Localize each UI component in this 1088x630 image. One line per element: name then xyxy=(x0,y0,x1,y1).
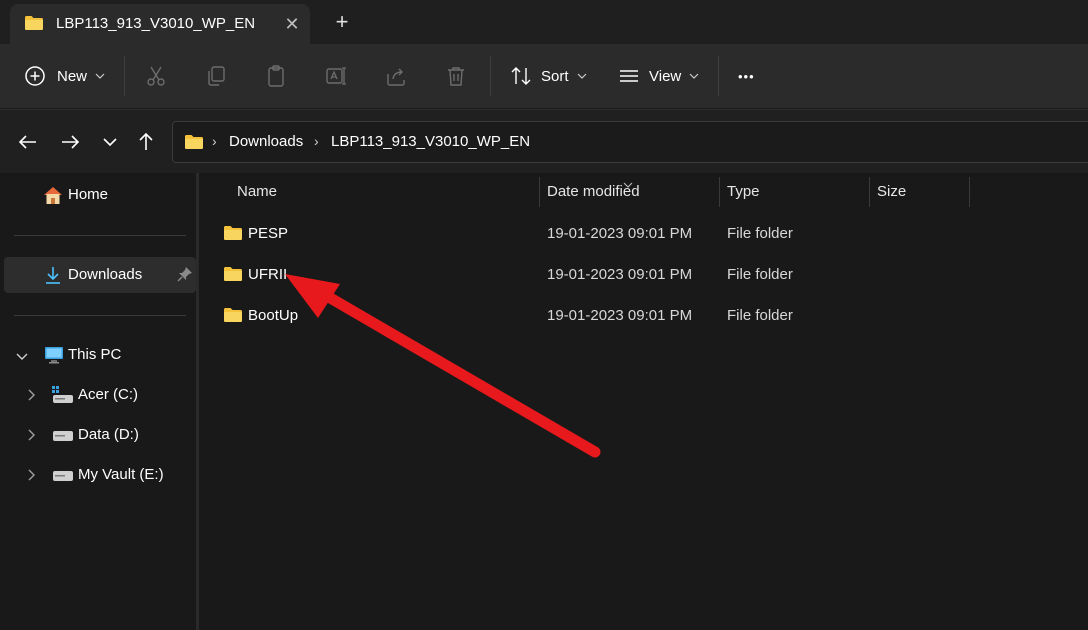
chevron-down-icon xyxy=(577,73,587,79)
recent-locations-button[interactable] xyxy=(98,130,122,154)
sidebar-item-label: Downloads xyxy=(68,266,143,283)
sort-label: Sort xyxy=(541,67,569,85)
paste-button[interactable] xyxy=(264,60,288,92)
new-button[interactable]: New xyxy=(24,60,105,92)
chevron-down-icon xyxy=(95,73,105,79)
sidebar-divider xyxy=(14,315,186,316)
tab-current-folder[interactable]: LBP113_913_V3010_WP_EN ✕ xyxy=(10,4,310,44)
command-bar: New Sort View ••• xyxy=(0,44,1088,108)
sidebar-item-label: Home xyxy=(68,186,109,203)
sort-button[interactable]: Sort xyxy=(510,60,587,92)
drive-icon xyxy=(52,469,74,487)
share-button[interactable] xyxy=(384,60,408,92)
close-icon[interactable]: ✕ xyxy=(280,12,304,36)
sidebar-item-label: Acer (C:) xyxy=(78,386,138,403)
column-header-name[interactable]: Name xyxy=(237,183,277,200)
file-list: Name Date modified Type Size PESP 19-01-… xyxy=(199,173,1088,630)
clipboard-icon xyxy=(264,64,288,88)
view-label: View xyxy=(649,67,682,85)
file-name: UFRII xyxy=(248,266,288,283)
folder-icon xyxy=(223,307,243,328)
chevron-right-icon[interactable] xyxy=(28,428,36,446)
home-icon xyxy=(42,185,64,210)
drive-icon xyxy=(52,429,74,447)
chevron-down-icon[interactable] xyxy=(16,348,28,366)
plus-circle-icon xyxy=(24,65,46,87)
rename-button[interactable] xyxy=(324,60,348,92)
tab-title: LBP113_913_V3010_WP_EN xyxy=(56,15,256,32)
folder-icon xyxy=(223,266,243,287)
chevron-right-icon[interactable] xyxy=(28,388,36,406)
table-row[interactable]: BootUp 19-01-2023 09:01 PM File folder xyxy=(211,297,971,333)
drive-icon xyxy=(52,386,74,409)
column-resizer[interactable] xyxy=(539,177,540,207)
sidebar-item-drive-e[interactable]: My Vault (E:) xyxy=(4,457,196,493)
share-icon xyxy=(384,64,408,88)
toolbar-divider xyxy=(718,56,719,96)
forward-button[interactable] xyxy=(58,130,82,154)
pin-icon[interactable] xyxy=(177,266,193,287)
new-tab-button[interactable]: + xyxy=(330,10,354,34)
monitor-icon xyxy=(44,346,64,369)
up-button[interactable] xyxy=(134,130,158,154)
sidebar-divider xyxy=(14,235,186,236)
breadcrumb-downloads[interactable]: Downloads xyxy=(229,133,303,150)
column-header-type[interactable]: Type xyxy=(727,183,760,200)
file-type: File folder xyxy=(727,225,793,242)
file-date: 19-01-2023 09:01 PM xyxy=(547,266,693,283)
file-name: PESP xyxy=(248,225,289,242)
folder-icon xyxy=(184,134,204,155)
navigation-pane: Home Downloads This PC Acer (C:) Data (D… xyxy=(0,173,196,630)
column-resizer[interactable] xyxy=(969,177,970,207)
file-date: 19-01-2023 09:01 PM xyxy=(547,307,693,324)
breadcrumb-separator[interactable]: › xyxy=(212,133,217,149)
sort-icon xyxy=(510,65,532,87)
toolbar-divider xyxy=(490,56,491,96)
file-type: File folder xyxy=(727,266,793,283)
column-resizer[interactable] xyxy=(869,177,870,207)
chevron-down-icon xyxy=(689,73,699,79)
scissors-icon xyxy=(144,64,168,88)
sidebar-item-downloads[interactable]: Downloads xyxy=(4,257,196,293)
tab-bar: LBP113_913_V3010_WP_EN ✕ + xyxy=(0,0,1088,44)
more-options-button[interactable]: ••• xyxy=(738,60,755,92)
new-label: New xyxy=(57,67,88,85)
download-arrow-icon xyxy=(44,265,62,290)
toolbar-divider xyxy=(124,56,125,96)
delete-button[interactable] xyxy=(444,60,468,92)
view-button[interactable]: View xyxy=(618,60,699,92)
column-header-size[interactable]: Size xyxy=(877,183,906,200)
sidebar-item-this-pc[interactable]: This PC xyxy=(4,337,196,373)
cut-button[interactable] xyxy=(144,60,168,92)
sidebar-item-drive-d[interactable]: Data (D:) xyxy=(4,417,196,453)
chevron-right-icon[interactable] xyxy=(28,468,36,486)
sidebar-item-home[interactable]: Home xyxy=(4,177,196,213)
back-button[interactable] xyxy=(16,130,40,154)
folder-icon xyxy=(223,225,243,246)
navigation-bar: › Downloads › LBP113_913_V3010_WP_EN xyxy=(0,109,1088,173)
column-header-date-modified[interactable]: Date modified xyxy=(547,183,640,200)
folder-icon xyxy=(24,15,44,36)
sidebar-item-drive-c[interactable]: Acer (C:) xyxy=(4,377,196,413)
sidebar-item-label: Data (D:) xyxy=(78,426,139,443)
breadcrumb-separator[interactable]: › xyxy=(314,133,319,149)
sidebar-item-label: My Vault (E:) xyxy=(78,466,164,483)
trash-icon xyxy=(444,64,468,88)
column-resizer[interactable] xyxy=(719,177,720,207)
view-lines-icon xyxy=(618,65,640,87)
table-row[interactable]: UFRII 19-01-2023 09:01 PM File folder xyxy=(211,256,971,292)
sidebar-item-label: This PC xyxy=(68,346,122,363)
table-row[interactable]: PESP 19-01-2023 09:01 PM File folder xyxy=(211,215,971,251)
address-bar[interactable]: › Downloads › LBP113_913_V3010_WP_EN xyxy=(172,121,1088,163)
rename-icon xyxy=(324,64,348,88)
breadcrumb-current-folder[interactable]: LBP113_913_V3010_WP_EN xyxy=(331,133,530,150)
file-type: File folder xyxy=(727,307,793,324)
file-date: 19-01-2023 09:01 PM xyxy=(547,225,693,242)
copy-icon xyxy=(204,64,228,88)
file-name: BootUp xyxy=(248,307,299,324)
copy-button[interactable] xyxy=(204,60,228,92)
